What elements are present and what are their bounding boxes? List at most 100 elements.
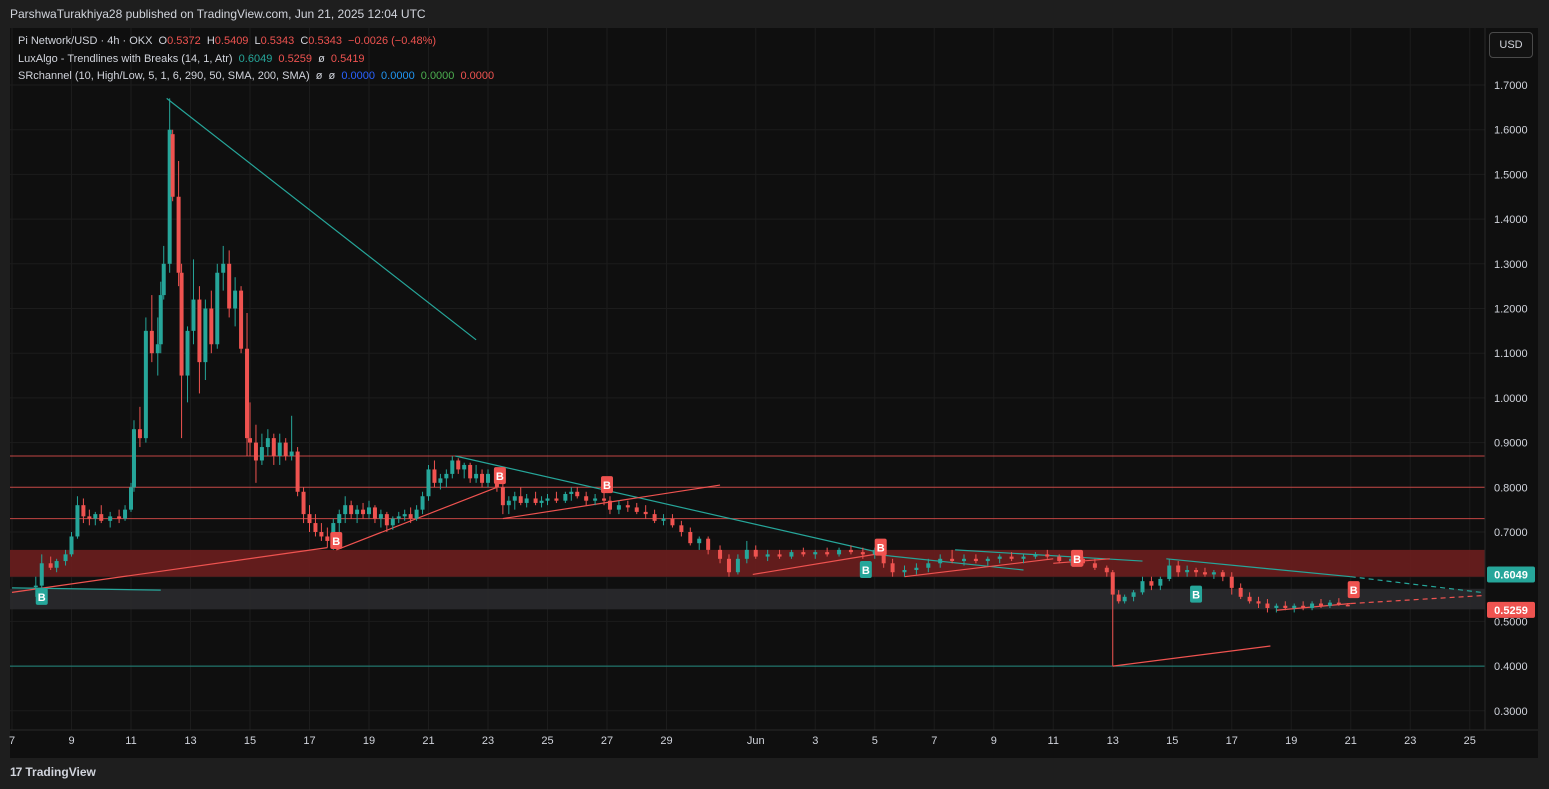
candle-body [1211,572,1216,575]
candle-body [474,473,479,479]
candle-body [161,263,166,296]
time-tick-label: 27 [601,735,613,747]
candle-body [512,496,517,501]
candle-body [1057,556,1062,562]
candle-body [355,509,360,515]
high-label: H [206,35,215,47]
candle-body [93,514,98,519]
candle-body [131,429,136,488]
candle-body [554,498,559,501]
candle-body [277,442,282,457]
candle-body [325,536,330,541]
candle-body [155,344,160,354]
high-value: 0.5409 [214,35,249,47]
candle-body [227,263,232,309]
candle-body [539,500,544,503]
low-value: 0.5343 [260,35,295,47]
candle-body [938,558,943,564]
price-axis[interactable]: 1.7000 1.6000 1.5000 1.4000 1.3000 1.2000 1.10… [1484,28,1538,730]
break-marker-label: B [496,471,504,483]
candle-body [283,442,288,457]
indicator-name: SRchannel (10, High/Low, 5, 1, 6, 290, 5… [18,70,310,82]
candle-body [500,487,505,506]
candle-body [158,295,163,345]
time-tick-label: 15 [244,735,256,747]
candle-body [616,505,621,510]
indicator-value: ø [315,70,323,82]
indicator-value: 0.5259 [278,53,313,65]
candle-body [450,460,455,474]
candle-body [396,516,401,519]
candle-body [39,563,44,586]
candle-body [143,330,148,439]
candle-body [625,505,630,508]
candle-body [860,552,865,555]
price-chart[interactable]: BBBBBBBB B 1.70001.60001.50001.40001.3000… [0,0,1549,789]
candle-body [239,290,244,349]
candle-body [384,514,389,526]
candle-body [533,498,538,503]
candle-body [914,567,919,570]
time-tick-label: 11 [125,735,136,747]
candle-body [602,498,607,501]
candle-body [643,511,648,515]
time-tick-label: Jun [747,735,765,747]
candle-body [209,308,214,345]
candle-body [337,514,342,524]
legend-symbol-line[interactable]: Pi Network/USD · 4h · OKX O0.5372 H0.540… [18,35,436,47]
break-marker-label: B [1192,590,1200,602]
currency-button[interactable]: USD [1489,32,1533,58]
legend-srchannel-indicator[interactable]: SRchannel (10, High/Low, 5, 1, 6, 290, 5… [18,70,494,82]
candle-body [1116,594,1121,602]
candle-body [985,558,990,562]
candle-body [367,507,371,515]
price-tick-label: 1.2000 [1494,304,1528,316]
candle-body [1033,554,1038,557]
time-tick-label: 3 [812,735,818,747]
price-tick-label: 1.6000 [1494,125,1528,137]
break-marker-label: B [1350,585,1358,597]
candle-body [426,469,431,497]
candle-body [54,561,59,568]
candle-body [170,134,175,197]
price-tick-label: 1.7000 [1494,80,1528,92]
candle-body [438,478,443,483]
candle-body [1327,602,1332,606]
candle-body [307,514,312,524]
candle-body [1176,565,1181,573]
time-tick-label: 9 [991,735,997,747]
candle-body [408,514,413,519]
candle-body [1185,569,1190,573]
indicator-value: 0.0000 [341,70,375,82]
time-tick-label: 19 [1285,735,1297,747]
time-tick-label: 13 [1107,735,1119,747]
price-label: 0.5259 [1494,605,1528,617]
candle-body [462,464,467,470]
candle-body [99,514,104,521]
candle-body [197,299,202,363]
close-value: 0.5343 [308,35,342,47]
candle-body [432,469,437,483]
indicator-value: ø [328,70,336,82]
break-marker-label: B [1073,554,1081,566]
candle-body [301,491,306,515]
legend-trendlines-indicator[interactable]: LuxAlgo - Trendlines with Breaks (14, 1,… [18,53,365,65]
candle-body [575,491,580,497]
candle-body [813,552,818,555]
time-axis[interactable]: 7 9 11 13 15 17 19 21 23 25 27 29 Jun 3 5 7 9 11 13 15 17 19 2… [9,729,1538,747]
candle-body [1202,572,1207,575]
candle-body [402,514,407,517]
time-tick-label: 21 [422,735,434,747]
candle-body [87,516,92,519]
tradingview-logo[interactable]: 17 TradingView [10,765,96,779]
candle-body [1247,596,1252,602]
price-tick-label: 0.3000 [1494,706,1528,718]
candle-body [420,496,425,510]
candle-body [801,552,806,555]
candle-body [295,451,300,492]
candle-body [137,429,142,439]
indicator-value: 0.0000 [420,70,455,82]
candle-body [688,532,693,544]
candle-body [1122,596,1127,602]
candle-body [69,536,74,555]
